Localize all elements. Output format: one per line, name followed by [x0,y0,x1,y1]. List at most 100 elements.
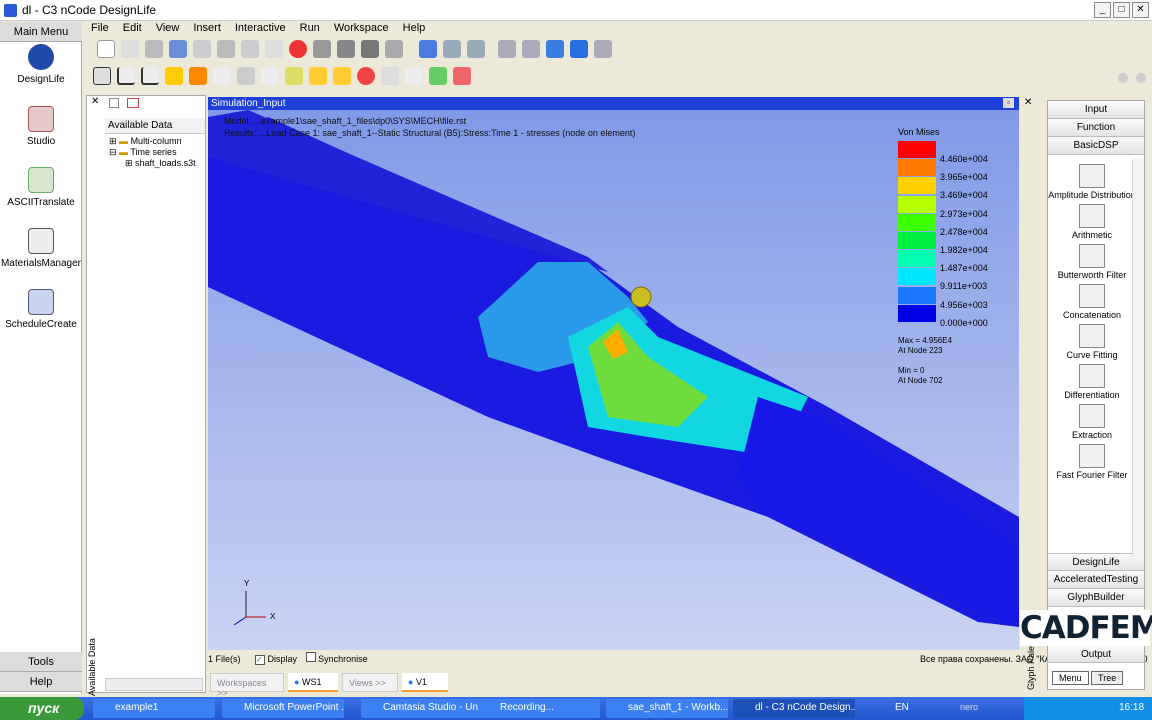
tab-ws1[interactable]: ● WS1 [288,673,338,692]
taskbar-item[interactable]: example1 [93,699,215,718]
settings-icon[interactable] [361,40,379,58]
main-menu-materialsmanager[interactable]: MaterialsManager [0,228,82,269]
menu-insert[interactable]: Insert [186,20,228,36]
tree-item-time-series[interactable]: ⊟ ▬ Time series [109,147,196,158]
start-button[interactable]: пуск [0,697,84,720]
glyph-item[interactable]: Concatenation [1048,284,1136,320]
glyph-item[interactable]: Extraction [1048,404,1136,440]
arrow-left-icon[interactable] [309,67,327,85]
main-menu-schedulecreate[interactable]: ScheduleCreate [0,289,82,330]
close-button[interactable]: ✕ [1132,2,1149,18]
menu-view[interactable]: View [149,20,187,36]
taskbar-item[interactable]: Camtasia Studio - Unt... [361,699,483,718]
toolbar-dot-icon[interactable] [1136,73,1146,83]
views-button[interactable]: Views >> [342,673,398,692]
redo-icon[interactable] [193,40,211,58]
glyph-item[interactable]: Fast Fourier Filter [1048,444,1136,480]
simulation-viewport[interactable]: Simulation_Input ▫ Model: ...example1\sa… [208,97,1019,650]
chart-red-icon[interactable] [453,67,471,85]
toolbar-dot-icon[interactable] [1118,73,1128,83]
nero-icon[interactable]: nero [960,702,978,712]
grid-icon[interactable] [237,67,255,85]
category-output[interactable]: Output [1048,645,1144,663]
tab-tree[interactable]: Tree [1091,671,1124,685]
available-data-side-tab[interactable]: Available Data [87,636,99,696]
cut-icon[interactable] [217,40,235,58]
step-icon[interactable] [443,40,462,58]
main-menu-studio[interactable]: Studio [0,106,82,147]
menu-file[interactable]: File [84,20,116,36]
properties-icon[interactable] [313,40,331,58]
right-panel-close-icon[interactable]: ✕ [1024,97,1032,108]
category-glyphbuilder[interactable]: GlyphBuilder [1048,589,1144,607]
step-down-icon[interactable] [419,40,438,58]
category-acceleratedtesting[interactable]: AcceleratedTesting [1048,571,1144,589]
tools-button[interactable]: Tools [0,652,82,672]
arrow-right-icon[interactable] [333,67,351,85]
pointer-icon[interactable] [405,67,423,85]
stop-icon[interactable] [522,40,541,58]
axis-color-icon[interactable] [165,67,183,85]
axis-multi-icon[interactable] [189,67,207,85]
fit-icon[interactable] [93,67,111,85]
new-icon[interactable] [97,40,115,58]
axis-icon[interactable] [117,67,135,85]
tab-v1[interactable]: ● V1 [402,673,448,692]
close-panel-icon[interactable]: ✕ [91,96,103,110]
menu-edit[interactable]: Edit [116,20,149,36]
axis-stacked-icon[interactable] [141,67,159,85]
menu-help[interactable]: Help [396,20,433,36]
taskbar-item[interactable]: Recording... [478,699,600,718]
category-function[interactable]: Function [1048,119,1144,137]
viewport-close-icon[interactable]: ▫ [1003,98,1014,108]
delete-icon[interactable] [289,40,307,58]
glyph-item[interactable]: Curve Fitting [1048,324,1136,360]
taskbar-item[interactable]: sae_shaft_1 - Workb... [606,699,728,718]
print-icon[interactable] [337,40,355,58]
cursor-icon[interactable] [213,67,231,85]
glyph-item[interactable]: Differentiation [1048,364,1136,400]
undo-icon[interactable] [169,40,187,58]
glyph-item[interactable]: Amplitude Distribution [1048,164,1136,200]
image-icon[interactable] [127,98,139,108]
synchronise-checkbox[interactable] [305,652,316,662]
play-icon[interactable] [570,40,589,58]
align-icon[interactable] [385,40,403,58]
category-designlife[interactable]: DesignLife [1048,553,1144,571]
taskbar-item[interactable]: dl - C3 nCode Design... [733,699,855,718]
glyph-item[interactable]: Butterworth Filter [1048,244,1136,280]
pin-icon[interactable] [109,98,119,108]
glyph-scrollbar[interactable] [1132,159,1144,557]
category-input[interactable]: Input [1048,101,1144,119]
open-icon[interactable] [121,40,139,58]
fast-forward-icon[interactable] [467,40,486,58]
tree-item-multi-column[interactable]: ⊞ ▬ Multi-column [109,136,196,147]
minimize-button[interactable]: _ [1094,2,1111,18]
zoom-axis-icon[interactable] [381,67,399,85]
main-menu-asciitranslate[interactable]: ASCIITranslate [0,167,82,208]
main-menu-designlife[interactable]: DesignLife [0,44,82,85]
rewind-icon[interactable] [498,40,517,58]
copy-icon[interactable] [241,40,259,58]
zoom-box-icon[interactable] [285,67,303,85]
menu-workspace[interactable]: Workspace [327,20,396,36]
help-button[interactable]: Help [0,672,82,692]
tree-item-shaft-loads[interactable]: ⊞ shaft_loads.s3t [109,158,196,169]
horizontal-scrollbar[interactable] [105,678,203,691]
language-indicator[interactable]: EN [895,702,909,713]
display-checkbox[interactable]: ✓ [255,655,266,665]
paste-icon[interactable] [265,40,283,58]
menu-interactive[interactable]: Interactive [228,20,293,36]
marker-icon[interactable] [357,67,375,85]
workspaces-button[interactable]: Workspaces >> [210,673,284,698]
chart-green-icon[interactable] [429,67,447,85]
end-icon[interactable] [594,40,613,58]
category-basicdsp[interactable]: BasicDSP [1048,137,1144,155]
menu-run[interactable]: Run [293,20,327,36]
glyph-item[interactable]: Arithmetic [1048,204,1136,240]
lasso-icon[interactable] [261,67,279,85]
pause-icon[interactable] [546,40,565,58]
save-icon[interactable] [145,40,163,58]
maximize-button[interactable]: □ [1113,2,1130,18]
tab-menu[interactable]: Menu [1052,671,1089,685]
